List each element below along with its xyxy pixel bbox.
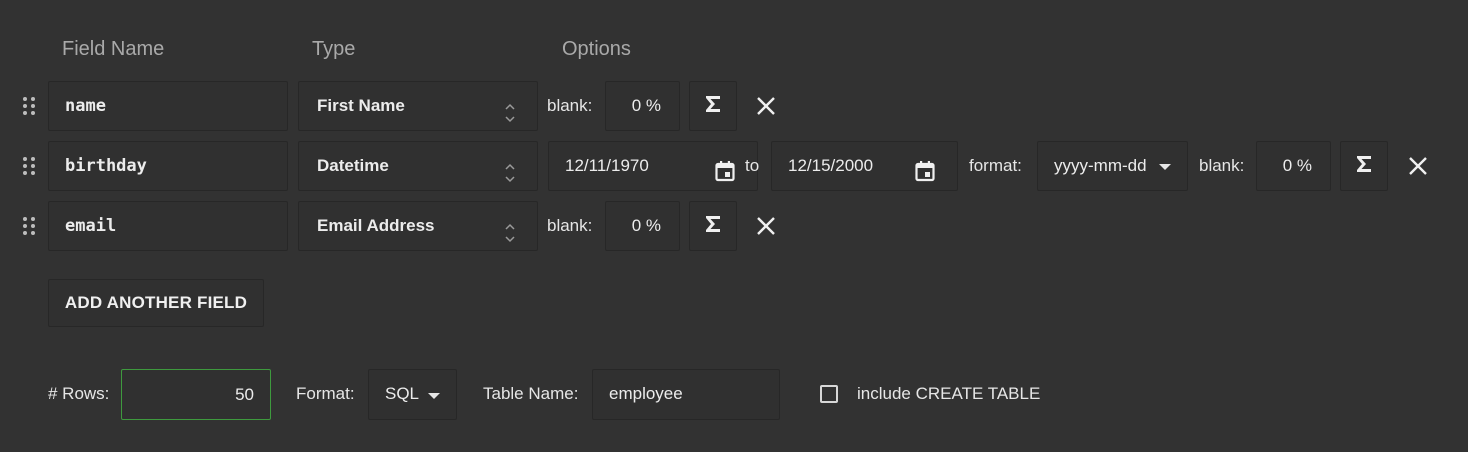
header-type: Type	[312, 38, 356, 60]
calendar-icon[interactable]	[913, 154, 937, 182]
caret-down-icon	[1159, 164, 1171, 170]
type-select-value: Email Address	[317, 216, 435, 235]
updown-arrows-icon	[505, 155, 515, 183]
caret-down-icon	[428, 393, 440, 399]
field-name-input[interactable]: name	[48, 81, 288, 131]
to-date-value: 12/15/2000	[788, 156, 874, 175]
type-select[interactable]: Datetime	[298, 141, 538, 191]
blank-percent-input[interactable]: 0 %	[605, 81, 680, 131]
remove-field-button[interactable]	[754, 214, 778, 238]
to-label: to	[745, 156, 760, 175]
remove-field-button[interactable]	[754, 94, 778, 118]
date-format-value: yyyy-mm-dd	[1054, 156, 1147, 175]
field-name-input[interactable]: email	[48, 201, 288, 251]
table-name-label: Table Name:	[483, 384, 579, 403]
close-icon	[1406, 157, 1430, 182]
type-select-value: Datetime	[317, 156, 389, 175]
sigma-icon	[1355, 154, 1373, 179]
rows-label: # Rows:	[48, 384, 110, 403]
type-select-value: First Name	[317, 96, 405, 115]
field-row-birthday: birthday Datetime 12/11/1970 to 12/15/20…	[0, 141, 1468, 191]
schema-builder: Field Name Type Options name First Name …	[0, 0, 1468, 452]
sigma-icon	[704, 94, 722, 119]
type-select[interactable]: Email Address	[298, 201, 538, 251]
blank-label: blank:	[547, 96, 593, 115]
calendar-icon[interactable]	[713, 154, 737, 182]
type-select[interactable]: First Name	[298, 81, 538, 131]
blank-percent-input[interactable]: 0 %	[1256, 141, 1331, 191]
drag-handle-icon[interactable]	[22, 156, 36, 176]
create-table-label[interactable]: include CREATE TABLE	[857, 369, 1040, 419]
field-name-input[interactable]: birthday	[48, 141, 288, 191]
add-field-button[interactable]: ADD ANOTHER FIELD	[48, 279, 264, 327]
table-name-input[interactable]: employee	[592, 369, 780, 420]
remove-field-button[interactable]	[1406, 154, 1430, 178]
drag-handle-icon[interactable]	[22, 216, 36, 236]
updown-arrows-icon	[505, 215, 515, 243]
create-table-checkbox[interactable]	[820, 385, 838, 403]
rows-input[interactable]: 50	[121, 369, 271, 420]
blank-percent-input[interactable]: 0 %	[605, 201, 680, 251]
updown-arrows-icon	[505, 95, 515, 123]
drag-handle-icon[interactable]	[22, 96, 36, 116]
formula-button[interactable]	[1340, 141, 1388, 191]
from-date-value: 12/11/1970	[565, 156, 649, 175]
from-date-input[interactable]: 12/11/1970	[548, 141, 758, 191]
header-field-name: Field Name	[62, 38, 165, 60]
formula-button[interactable]	[689, 201, 737, 251]
output-format-select[interactable]: SQL	[368, 369, 457, 420]
close-icon	[754, 97, 778, 122]
header-options: Options	[562, 38, 631, 60]
to-date-input[interactable]: 12/15/2000	[771, 141, 958, 191]
date-format-select[interactable]: yyyy-mm-dd	[1037, 141, 1188, 191]
blank-label: blank:	[547, 216, 593, 235]
output-format-value: SQL	[385, 384, 420, 403]
format-label: format:	[969, 156, 1022, 175]
sigma-icon	[704, 214, 722, 239]
blank-label: blank:	[1199, 156, 1245, 175]
close-icon	[754, 217, 778, 242]
field-row-email: email Email Address blank: 0 %	[0, 201, 1468, 251]
field-row-name: name First Name blank: 0 %	[0, 81, 1468, 131]
formula-button[interactable]	[689, 81, 737, 131]
output-format-label: Format:	[296, 384, 355, 403]
